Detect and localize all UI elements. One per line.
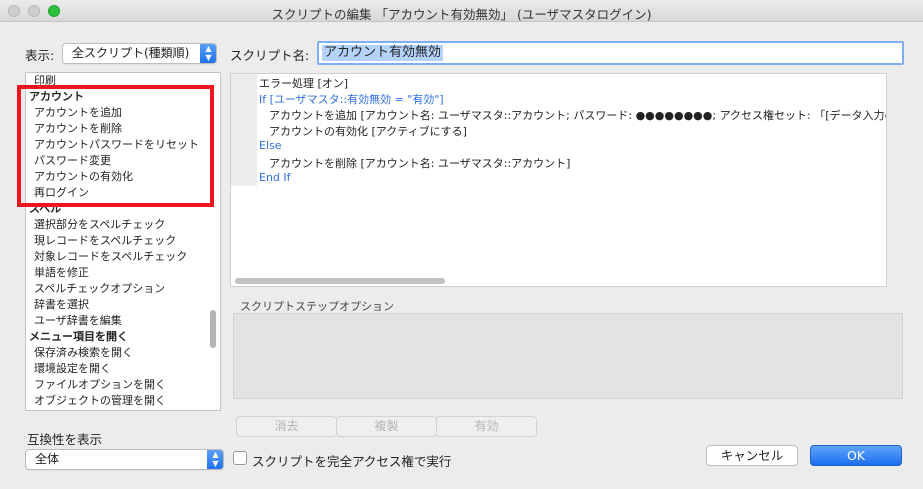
list-category[interactable]: メニュー項目を開く [29,328,128,344]
step-options-panel [233,313,903,399]
clear-button[interactable]: 消去 [236,416,337,437]
script-line[interactable]: Else [259,139,282,152]
compat-select[interactable]: 全体 ▲ ▼ [25,449,224,470]
script-line[interactable]: エラー処理 [オン] [259,75,348,91]
highlight-annotation-box [17,85,214,207]
list-item[interactable]: 保存済み検索を開く [34,344,133,360]
enable-button[interactable]: 有効 [436,416,537,437]
list-item[interactable]: 環境設定を開く [34,360,111,376]
show-select[interactable]: 全スクリプト(種類順) ▲ ▼ [62,43,217,64]
cancel-button[interactable]: キャンセル [706,445,798,466]
full-access-checkbox[interactable] [233,451,247,465]
show-select-value: 全スクリプト(種類順) [72,46,190,60]
step-options-label: スクリプトステップオプション [240,300,394,313]
script-name-input[interactable]: アカウント有効無効 [317,41,904,65]
list-item[interactable]: 現レコードをスペルチェック [34,232,176,248]
step-list-scrollbar[interactable] [210,310,216,348]
title-bar: スクリプトの編集 「アカウント有効無効」 (ユーザマスタログイン) [0,0,923,22]
list-item[interactable]: ファイルオプションを開く [34,376,166,392]
script-line[interactable]: If [ユーザマスタ::有効無効 = "有効"] [259,91,444,107]
script-name-label: スクリプト名: [230,48,310,63]
script-editor[interactable]: エラー処理 [オン] If [ユーザマスタ::有効無効 = "有効"] アカウントを… [230,73,887,287]
editor-horizontal-scrollbar[interactable] [235,278,445,284]
compat-select-value: 全体 [35,452,60,466]
script-name-value: アカウント有効無効 [322,45,444,61]
editor-gutter [231,74,257,186]
show-label: 表示: [25,48,55,63]
script-line[interactable]: アカウントを追加 [アカウント名: ユーザマスタ::アカウント; パスワード: … [269,107,886,123]
compat-label: 互換性を表示 [27,432,103,447]
full-access-label: スクリプトを完全アクセス権で実行 [252,454,452,469]
list-item[interactable]: 選択部分をスペルチェック [34,216,165,232]
updown-arrows-icon: ▲ ▼ [200,44,216,63]
list-item[interactable]: 単語を修正 [34,264,89,280]
list-item[interactable]: 辞書を選択 [34,296,89,312]
script-line[interactable]: End If [259,171,291,184]
list-item[interactable]: オブジェクトの管理を開く [34,392,166,408]
script-line[interactable]: アカウントの有効化 [アクティブにする] [269,123,467,139]
window-title: スクリプトの編集 「アカウント有効無効」 (ユーザマスタログイン) [271,7,652,22]
duplicate-button[interactable]: 複製 [336,416,437,437]
list-item[interactable]: 対象レコードをスペルチェック [34,248,187,264]
script-line[interactable]: アカウントを削除 [アカウント名: ユーザマスタ::アカウント] [269,155,570,171]
ok-button[interactable]: OK [810,445,902,466]
list-item[interactable]: スペルチェックオプション [34,280,165,296]
list-item[interactable]: ユーザ辞書を編集 [34,312,122,328]
updown-arrows-icon: ▲ ▼ [207,450,223,469]
